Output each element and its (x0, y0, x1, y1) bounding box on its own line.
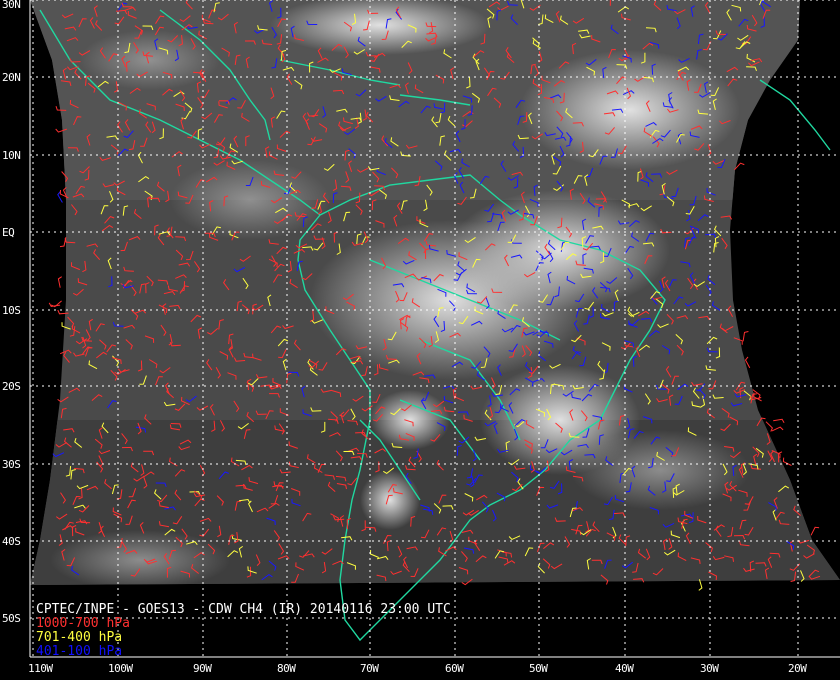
lat-label: 50S (2, 612, 21, 625)
lat-label: 30S (2, 458, 21, 471)
legend-mid-level: 701-400 hPa (36, 630, 123, 645)
wind-barb (773, 418, 785, 424)
wind-barb (771, 426, 784, 432)
lat-label: EQ (2, 226, 15, 239)
wind-barb (57, 276, 62, 288)
lon-label: 80W (277, 662, 296, 675)
lon-label: 30W (700, 662, 719, 675)
lon-label: 90W (193, 662, 212, 675)
lat-label: 20N (2, 71, 21, 84)
lat-label: 20S (2, 380, 21, 393)
lon-label: 60W (445, 662, 464, 675)
wind-barb (698, 579, 703, 591)
lat-label: 30N (2, 0, 21, 11)
wind-barb (810, 526, 820, 536)
lon-label: 50W (529, 662, 548, 675)
legend-low-level: 1000-700 hPa (36, 616, 130, 631)
lat-label: 10S (2, 304, 21, 317)
legend-high-level: 401-100 hPa (36, 644, 123, 659)
lat-label: 10N (2, 149, 21, 162)
map-caption: CPTEC/INPE - GOES13 - CDW CH4 (IR) 20140… (36, 603, 451, 659)
lon-label: 100W (108, 662, 133, 675)
infrared-imagery (30, 0, 840, 585)
wind-barb (742, 331, 749, 342)
lon-label: 70W (360, 662, 379, 675)
lon-label: 20W (788, 662, 807, 675)
satellite-wind-map (29, 0, 840, 658)
lon-label: 110W (28, 662, 53, 675)
map-title: CPTEC/INPE - GOES13 - CDW CH4 (IR) 20140… (36, 602, 451, 617)
lon-label: 40W (615, 662, 634, 675)
lat-label: 40S (2, 535, 21, 548)
